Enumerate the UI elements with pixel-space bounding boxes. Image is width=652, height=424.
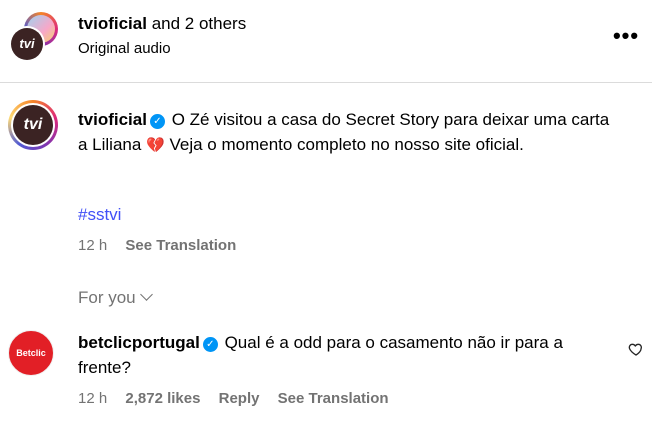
verified-badge-icon: ✓ [202, 337, 218, 352]
comment-time: 12 h [78, 390, 108, 407]
see-translation-button[interactable]: See Translation [125, 237, 236, 254]
tvi-logo: tvi [11, 28, 43, 60]
audio-label[interactable]: Original audio [78, 40, 171, 57]
header-account-name[interactable]: tvioficial [78, 14, 147, 33]
collab-avatars[interactable]: tvi [8, 12, 60, 64]
comment-meta: 12 h 2,872 likes Reply See Translation [78, 390, 403, 407]
post-caption: tvioficial ✓ O Zé visitou a casa do Secre… [78, 107, 618, 158]
betclic-logo: Betclic [16, 348, 46, 358]
caption-text-part2: Veja o momento completo no nosso site of… [164, 135, 524, 154]
chevron-down-icon[interactable] [139, 288, 153, 301]
like-heart-icon[interactable] [628, 341, 644, 357]
tvi-logo: tvi [13, 105, 53, 145]
header-others-text[interactable]: and 2 others [147, 14, 247, 33]
comment-body: betclicportugal ✓ Qual é a odd para o cas… [78, 330, 618, 380]
post-username[interactable]: tvioficial [78, 110, 147, 129]
for-you-label[interactable]: For you [78, 288, 136, 307]
for-you-sort[interactable]: For you [78, 288, 153, 308]
reply-button[interactable]: Reply [219, 390, 260, 407]
reel-header: tvi tvioficial and 2 others Original aud… [0, 0, 652, 82]
post-meta: 12 h See Translation [78, 237, 250, 254]
comment-username[interactable]: betclicportugal [78, 333, 200, 352]
header-title[interactable]: tvioficial and 2 others [78, 14, 246, 34]
see-translation-button[interactable]: See Translation [278, 390, 389, 407]
hashtag-link[interactable]: #sstvi [78, 205, 121, 225]
comment-avatar[interactable]: Betclic [8, 330, 54, 376]
post-avatar[interactable]: tvi [8, 100, 58, 150]
verified-badge-icon: ✓ [149, 114, 165, 129]
divider [0, 82, 652, 83]
more-options-icon[interactable]: ••• [612, 24, 640, 48]
broken-heart-emoji: 💔 [146, 137, 165, 154]
likes-count[interactable]: 2,872 likes [125, 390, 200, 407]
post-time: 12 h [78, 237, 108, 254]
avatar-primary: tvi [9, 26, 45, 62]
